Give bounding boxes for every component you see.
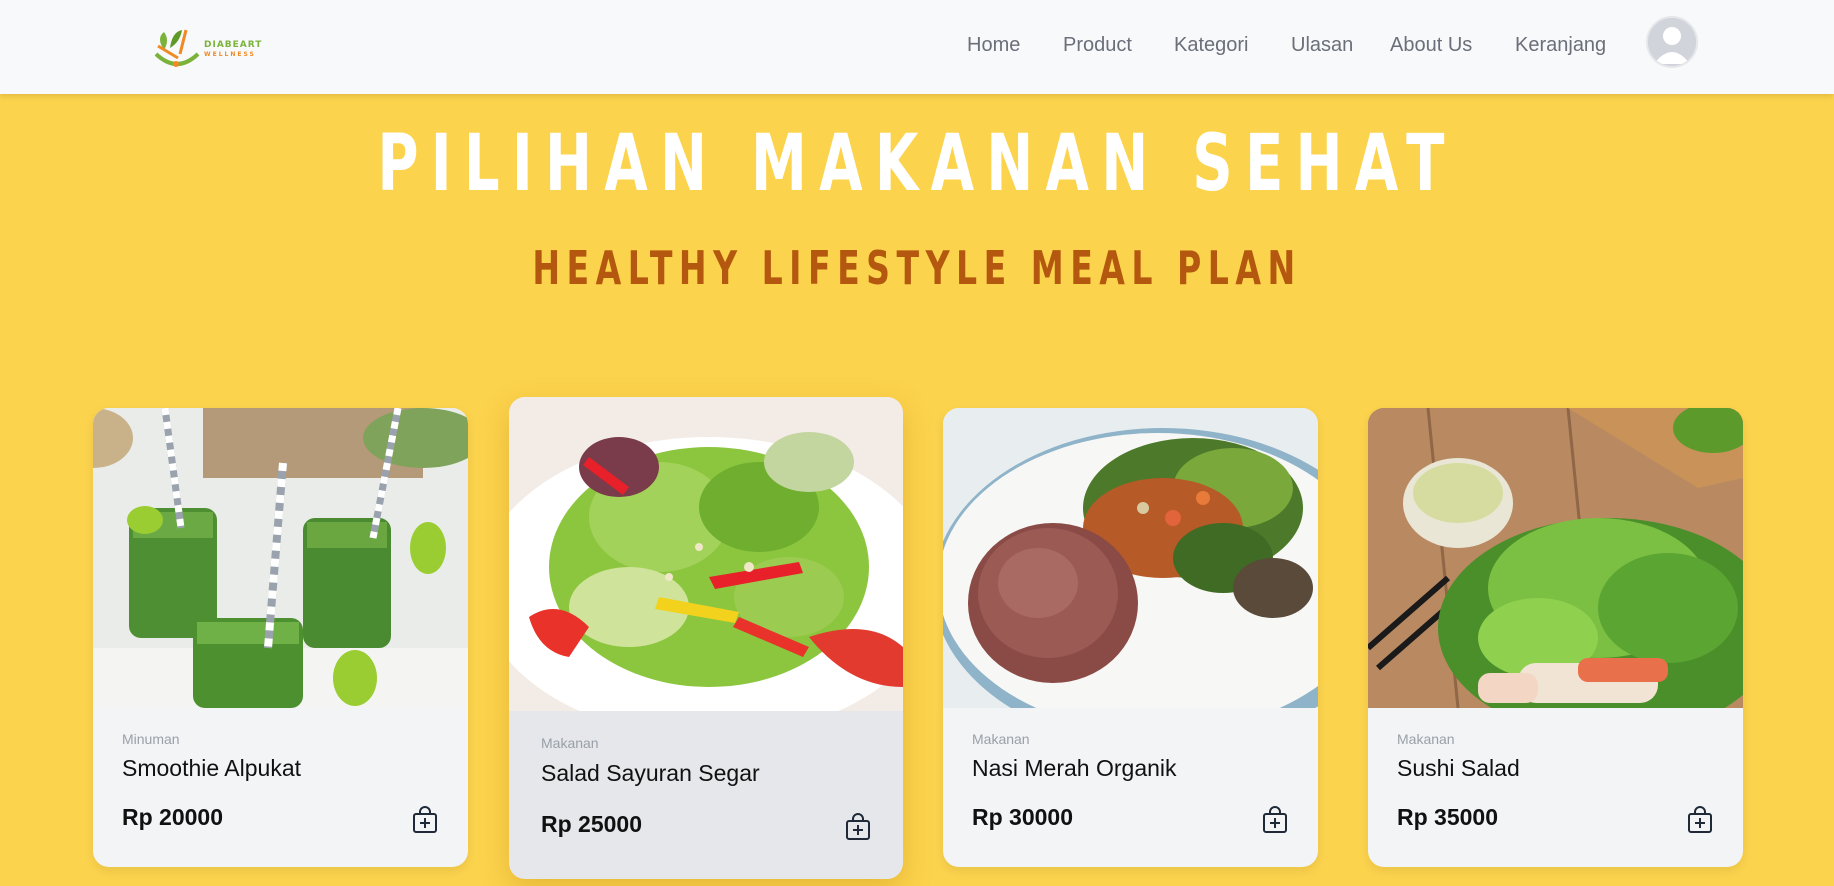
nav-home[interactable]: Home — [967, 34, 1020, 57]
product-card[interactable]: Makanan Nasi Merah Organik Rp 30000 — [943, 408, 1318, 867]
product-price: Rp 25000 — [541, 811, 643, 837]
shopping-bag-plus-icon[interactable] — [412, 806, 438, 834]
hero-subtitle: HEALTHY LIFESTYLE MEAL PLAN — [532, 241, 1302, 295]
product-card[interactable]: Makanan Salad Sayuran Segar Rp 25000 — [509, 397, 903, 879]
product-image[interactable] — [1368, 408, 1743, 708]
nav-product[interactable]: Product — [1063, 34, 1132, 57]
shopping-bag-plus-icon[interactable] — [1262, 806, 1288, 834]
nav-keranjang[interactable]: Keranjang — [1515, 34, 1606, 57]
hero-title: PILIHAN MAKANAN SEHAT — [377, 119, 1457, 209]
product-price: Rp 30000 — [972, 804, 1074, 830]
nav-about-us[interactable]: About Us — [1390, 34, 1472, 57]
product-category: Makanan — [1397, 731, 1455, 747]
shopping-bag-plus-icon[interactable] — [845, 813, 871, 841]
main-nav: Home Product Kategori Ulasan About Us Ke… — [0, 34, 1834, 58]
product-name: Salad Sayuran Segar — [541, 760, 760, 786]
product-category: Makanan — [972, 731, 1030, 747]
product-category: Makanan — [541, 735, 599, 751]
product-card[interactable]: Makanan Sushi Salad Rp 35000 — [1368, 408, 1743, 867]
product-price: Rp 20000 — [122, 804, 224, 830]
product-price: Rp 35000 — [1397, 804, 1499, 830]
shopping-bag-plus-icon[interactable] — [1687, 806, 1713, 834]
user-avatar[interactable] — [1646, 16, 1698, 68]
user-avatar-icon — [1648, 18, 1696, 66]
product-category: Minuman — [122, 731, 180, 747]
nav-ulasan[interactable]: Ulasan — [1291, 34, 1353, 57]
product-image[interactable] — [93, 408, 468, 708]
product-name: Sushi Salad — [1397, 755, 1520, 781]
product-image[interactable] — [943, 408, 1318, 708]
product-name: Nasi Merah Organik — [972, 755, 1177, 781]
navbar: DIABEART WELLNESS Home Product Kategori … — [0, 0, 1834, 94]
product-image[interactable] — [509, 397, 903, 711]
product-card[interactable]: Minuman Smoothie Alpukat Rp 20000 — [93, 408, 468, 867]
nav-kategori[interactable]: Kategori — [1174, 34, 1249, 57]
product-name: Smoothie Alpukat — [122, 755, 302, 781]
